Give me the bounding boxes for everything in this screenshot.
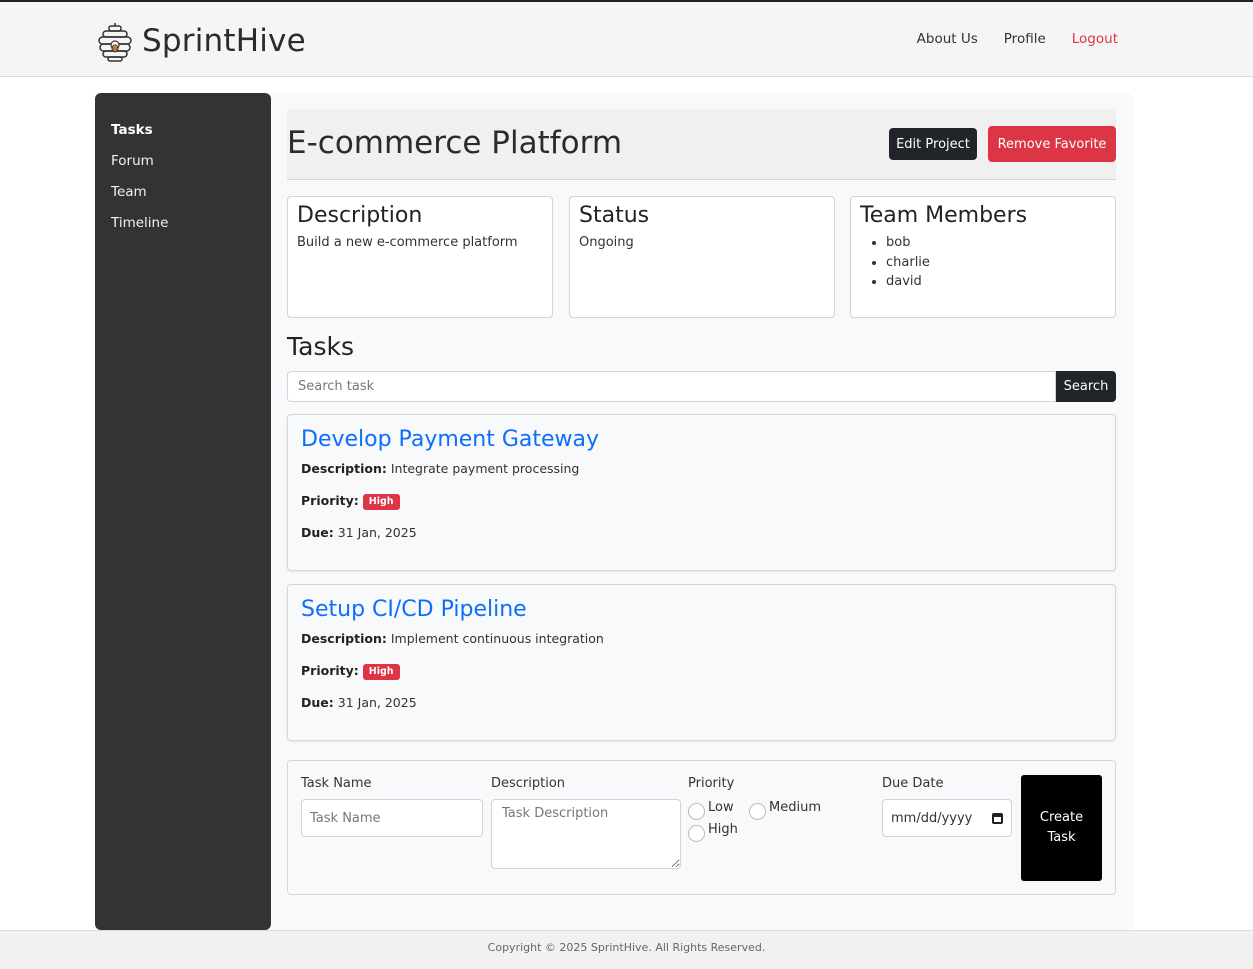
- task-description-value: Integrate payment processing: [390, 461, 580, 476]
- status-heading: Status: [579, 203, 650, 228]
- sidebar-item-timeline[interactable]: Timeline: [95, 214, 271, 245]
- description-card: Description Build a new e-commerce platf…: [287, 196, 553, 318]
- nav-links: About Us Profile Logout: [891, 31, 1118, 47]
- task-description-label: Description:: [301, 461, 387, 476]
- status-card: Status Ongoing: [569, 196, 835, 318]
- description-text: Build a new e-commerce platform: [297, 235, 518, 250]
- task-due-value: 31 Jan, 2025: [337, 525, 417, 540]
- radio-circle[interactable]: [749, 803, 766, 820]
- search-button[interactable]: Search: [1056, 371, 1116, 402]
- task-due: Due: 31 Jan, 2025: [301, 524, 1102, 556]
- create-task-form: Task Name Description Priority Low Mediu…: [287, 760, 1116, 895]
- team-member: david: [886, 274, 1106, 294]
- project-header: E-commerce Platform Edit Project Remove …: [287, 109, 1116, 180]
- nav-logout[interactable]: Logout: [1072, 31, 1118, 47]
- sidebar-item-tasks[interactable]: Tasks: [95, 121, 271, 152]
- main-content: E-commerce Platform Edit Project Remove …: [271, 93, 1134, 930]
- task-name-input[interactable]: [301, 799, 483, 837]
- tasks-heading: Tasks: [287, 332, 354, 361]
- due-date-input[interactable]: mm/dd/yyyy: [882, 799, 1012, 837]
- beehive-icon: [98, 23, 132, 62]
- description-heading: Description: [297, 203, 423, 228]
- nav-profile[interactable]: Profile: [1004, 31, 1046, 47]
- task-description-textarea[interactable]: [491, 799, 681, 869]
- team-members-card: Team Members bob charlie david: [850, 196, 1116, 318]
- team-member: bob: [886, 235, 1106, 255]
- task-card: Setup CI/CD Pipeline Description: Implem…: [287, 584, 1116, 741]
- task-description-label: Description:: [301, 631, 387, 646]
- task-due-value: 31 Jan, 2025: [337, 695, 417, 710]
- footer: Copyright © 2025 SprintHive. All Rights …: [0, 930, 1253, 969]
- status-text: Ongoing: [579, 235, 634, 250]
- page-title: E-commerce Platform: [287, 125, 623, 161]
- task-due: Due: 31 Jan, 2025: [301, 694, 1102, 726]
- team-member: charlie: [886, 255, 1106, 275]
- due-date-label: Due Date: [882, 776, 944, 791]
- radio-circle[interactable]: [688, 825, 705, 842]
- brand-name: SprintHive: [142, 23, 306, 59]
- task-description-value: Implement continuous integration: [390, 631, 604, 646]
- radio-circle[interactable]: [688, 803, 705, 820]
- task-priority-label: Priority:: [301, 663, 359, 678]
- priority-badge: High: [362, 663, 400, 680]
- top-navbar: SprintHive About Us Profile Logout: [0, 0, 1253, 77]
- priority-radio-label: Medium: [769, 800, 821, 815]
- task-priority: Priority: High: [301, 662, 1102, 694]
- edit-project-button[interactable]: Edit Project: [889, 128, 977, 160]
- brand[interactable]: SprintHive: [97, 20, 306, 62]
- description-label: Description: [491, 776, 566, 791]
- priority-radio-medium[interactable]: Medium: [749, 800, 821, 820]
- nav-about-us[interactable]: About Us: [917, 31, 978, 47]
- remove-favorite-button[interactable]: Remove Favorite: [988, 126, 1116, 162]
- sidebar: Tasks Forum Team Timeline: [95, 93, 271, 930]
- calendar-icon[interactable]: [992, 812, 1003, 824]
- search-task-input[interactable]: [287, 371, 1056, 402]
- team-members-list: bob charlie david: [860, 235, 1106, 294]
- priority-radio-low[interactable]: Low: [688, 800, 734, 820]
- priority-label: Priority: [688, 776, 735, 791]
- task-name-label: Task Name: [301, 776, 372, 791]
- task-card: Develop Payment Gateway Description: Int…: [287, 414, 1116, 571]
- create-task-button[interactable]: Create Task: [1021, 775, 1102, 881]
- sidebar-item-team[interactable]: Team: [95, 183, 271, 214]
- priority-radio-label: Low: [708, 800, 734, 815]
- task-title-link[interactable]: Develop Payment Gateway: [301, 427, 599, 452]
- team-members-heading: Team Members: [860, 203, 1028, 228]
- priority-badge: High: [362, 493, 400, 510]
- task-description: Description: Implement continuous integr…: [301, 630, 1102, 662]
- sidebar-item-forum[interactable]: Forum: [95, 152, 271, 183]
- task-priority-label: Priority:: [301, 493, 359, 508]
- priority-radio-high[interactable]: High: [688, 822, 738, 842]
- priority-radio-label: High: [708, 822, 738, 837]
- task-due-label: Due:: [301, 695, 334, 710]
- task-title-link[interactable]: Setup CI/CD Pipeline: [301, 597, 527, 622]
- task-priority: Priority: High: [301, 492, 1102, 524]
- copyright-text: Copyright © 2025 SprintHive. All Rights …: [487, 941, 766, 954]
- task-description: Description: Integrate payment processin…: [301, 460, 1102, 492]
- task-due-label: Due:: [301, 525, 334, 540]
- due-date-placeholder: mm/dd/yyyy: [891, 810, 973, 826]
